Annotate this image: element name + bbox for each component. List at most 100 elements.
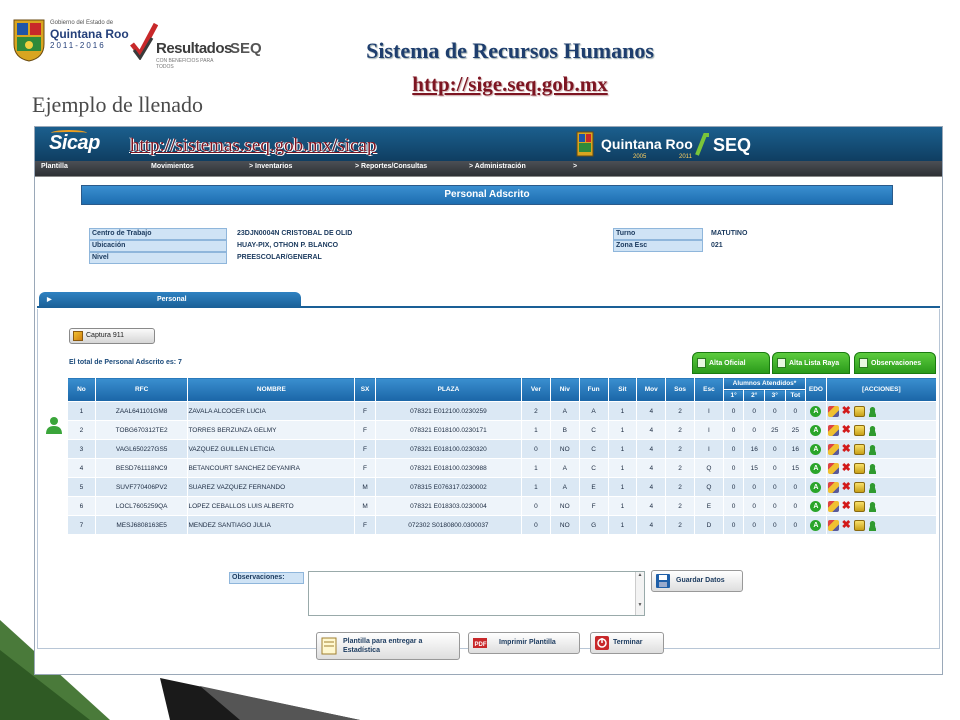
guardar-datos-button[interactable]: Guardar Datos [651, 570, 743, 592]
menu-more[interactable]: > [573, 163, 577, 170]
cell-g3: 0 [763, 496, 786, 516]
tab-alta-lista-raya[interactable]: Alta Lista Raya [772, 352, 850, 374]
shield-icon [13, 19, 45, 62]
table-row[interactable]: 5 SUVF770406PV2 SUAREZ VAZQUEZ FERNANDO M 07… [67, 477, 938, 497]
delete-icon[interactable]: ✖ [841, 405, 852, 417]
cell-edo[interactable]: A [805, 458, 827, 478]
cell-sit: 1 [607, 420, 638, 440]
table-row[interactable]: 2 TOBG670312TE2 TORRES BERZUNZA GELMY F 0783… [67, 420, 938, 440]
notes-icon [859, 358, 868, 368]
delete-icon[interactable]: ✖ [841, 443, 852, 455]
cell-fun: F [578, 496, 609, 516]
status-a-icon[interactable]: A [810, 481, 822, 493]
menu-plantilla[interactable]: Plantilla [41, 163, 68, 170]
cell-rfc: SUVF770406PV2 [94, 477, 189, 497]
sicap-url-link[interactable]: http://sistemas.seq.gob.mx/sicap [130, 135, 376, 157]
user-group-icon[interactable] [866, 405, 878, 417]
table-row[interactable]: 3 VAGL650227GS5 VAZQUEZ GUILLEN LETICIA F 07… [67, 439, 938, 459]
status-a-icon[interactable]: A [810, 424, 822, 436]
tab-alta-oficial[interactable]: Alta Oficial [692, 352, 770, 374]
resultados-logo: Resultados CON BENEFICIOS PARA TODOS [126, 16, 232, 70]
user-group-icon[interactable] [866, 481, 878, 493]
download-icon[interactable] [853, 424, 865, 436]
user-group-icon[interactable] [866, 462, 878, 474]
cell-g2: 0 [743, 401, 765, 421]
plantilla-estadistica-button[interactable]: Plantilla para entregar a Estadística [316, 632, 460, 660]
download-icon[interactable] [853, 519, 865, 531]
col-esc: Esc [694, 377, 724, 402]
status-a-icon[interactable]: A [810, 462, 822, 474]
menu-movimientos[interactable]: Movimientos [151, 163, 194, 170]
status-a-icon[interactable]: A [810, 519, 822, 531]
cell-niv: NO [549, 439, 580, 459]
download-icon[interactable] [853, 443, 865, 455]
edit-icon[interactable] [827, 481, 839, 493]
cell-mov: 4 [636, 420, 667, 440]
cell-no: 4 [67, 458, 96, 478]
terminar-button[interactable]: Terminar [590, 632, 664, 654]
cell-edo[interactable]: A [805, 401, 827, 421]
delete-icon[interactable]: ✖ [841, 519, 852, 531]
captura-911-button[interactable]: Captura 911 [69, 328, 155, 344]
edit-icon[interactable] [827, 424, 839, 436]
cell-edo[interactable]: A [805, 515, 827, 535]
edit-icon[interactable] [827, 405, 839, 417]
user-group-icon[interactable] [866, 424, 878, 436]
delete-icon[interactable]: ✖ [841, 424, 852, 436]
menu-bar: Plantilla Movimientos > Inventarios > Re… [35, 161, 942, 177]
col-no: No [67, 377, 96, 402]
observaciones-scrollbar[interactable]: ▲ ▼ [635, 572, 644, 615]
cell-no: 3 [67, 439, 96, 459]
user-group-icon[interactable] [866, 519, 878, 531]
status-a-icon[interactable]: A [810, 443, 822, 455]
edit-icon[interactable] [827, 443, 839, 455]
download-icon[interactable] [853, 481, 865, 493]
menu-reportes[interactable]: > Reportes/Consultas [355, 163, 427, 170]
download-icon[interactable] [853, 500, 865, 512]
table-row[interactable]: 1 ZAAL641101GM8 ZAVALA ALCOCER LUCIA F 07832… [67, 401, 938, 421]
cell-ver: 2 [521, 401, 551, 421]
user-group-icon[interactable] [866, 443, 878, 455]
col-acciones: [ACCIONES] [825, 377, 938, 402]
cell-nombre: SUAREZ VAZQUEZ FERNANDO [187, 477, 356, 497]
status-a-icon[interactable]: A [810, 405, 822, 417]
imprimir-plantilla-button[interactable]: PDF Imprimir Plantilla [468, 632, 580, 654]
cell-esc: D [694, 515, 724, 535]
cell-edo[interactable]: A [805, 439, 827, 459]
delete-icon[interactable]: ✖ [841, 481, 852, 493]
table-row[interactable]: 7 MESJ6808163E5 MENDEZ SANTIAGO JULIA F 0723… [67, 515, 938, 535]
cell-niv: A [549, 401, 580, 421]
col-fun: Fun [578, 377, 609, 402]
cell-ver: 0 [521, 496, 551, 516]
user-group-icon[interactable] [866, 500, 878, 512]
delete-icon[interactable]: ✖ [841, 500, 852, 512]
cell-edo[interactable]: A [805, 496, 827, 516]
status-a-icon[interactable]: A [810, 500, 822, 512]
cell-edo[interactable]: A [805, 420, 827, 440]
cell-nombre: MENDEZ SANTIAGO JULIA [187, 515, 356, 535]
cell-fun: C [578, 420, 609, 440]
tab-personal[interactable]: ▶ Personal [39, 292, 301, 308]
menu-administracion[interactable]: > Administración [469, 163, 526, 170]
table-row[interactable]: 4 BESD761118NC9 BETANCOURT SANCHEZ DEYANIR… [67, 458, 938, 478]
col-sos: Sos [665, 377, 695, 402]
col-nombre: NOMBRE [187, 377, 356, 402]
download-icon[interactable] [853, 462, 865, 474]
app-banner: Sicap http://sistemas.seq.gob.mx/sicap Q… [35, 127, 942, 161]
tab-observaciones[interactable]: Observaciones [854, 352, 936, 374]
cell-plaza: 078321 E018100.0230988 [374, 458, 523, 478]
edit-icon[interactable] [827, 500, 839, 512]
download-icon[interactable] [853, 405, 865, 417]
edit-icon[interactable] [827, 519, 839, 531]
col-mov: Mov [636, 377, 667, 402]
observaciones-input[interactable] [308, 571, 645, 616]
cell-edo[interactable]: A [805, 477, 827, 497]
menu-inventarios[interactable]: > Inventarios [249, 163, 292, 170]
delete-icon[interactable]: ✖ [841, 462, 852, 474]
guardar-datos-label: Guardar Datos [676, 577, 725, 584]
edit-icon[interactable] [827, 462, 839, 474]
table-row[interactable]: 6 LOCL7605259QA LOPEZ CEBALLOS LUIS ALBERT… [67, 496, 938, 516]
slide-link[interactable]: http://sige.seq.gob.mx [300, 72, 720, 97]
cell-tot: 15 [784, 458, 807, 478]
resultados-sub: CON BENEFICIOS PARA TODOS [156, 58, 214, 70]
